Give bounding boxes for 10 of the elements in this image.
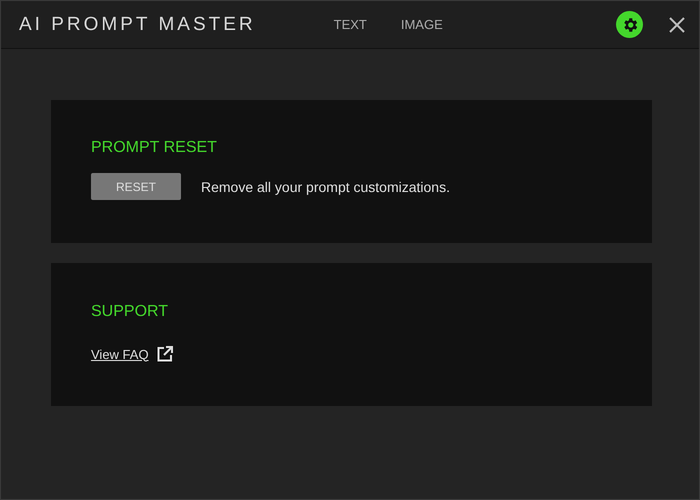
settings-icon[interactable] (616, 11, 643, 38)
app-title: AI PROMPT MASTER (19, 14, 256, 36)
faq-link[interactable]: View FAQ (91, 346, 149, 362)
section-heading: SUPPORT (91, 303, 170, 321)
external-link-icon[interactable] (156, 346, 173, 362)
description-text: Remove all your prompt customizations. (201, 178, 450, 194)
nav-tab[interactable]: IMAGE (400, 17, 443, 32)
nav-tab[interactable]: TEXT (334, 17, 367, 32)
close-icon[interactable] (669, 16, 685, 32)
section-heading: PROMPT RESET (91, 139, 218, 157)
